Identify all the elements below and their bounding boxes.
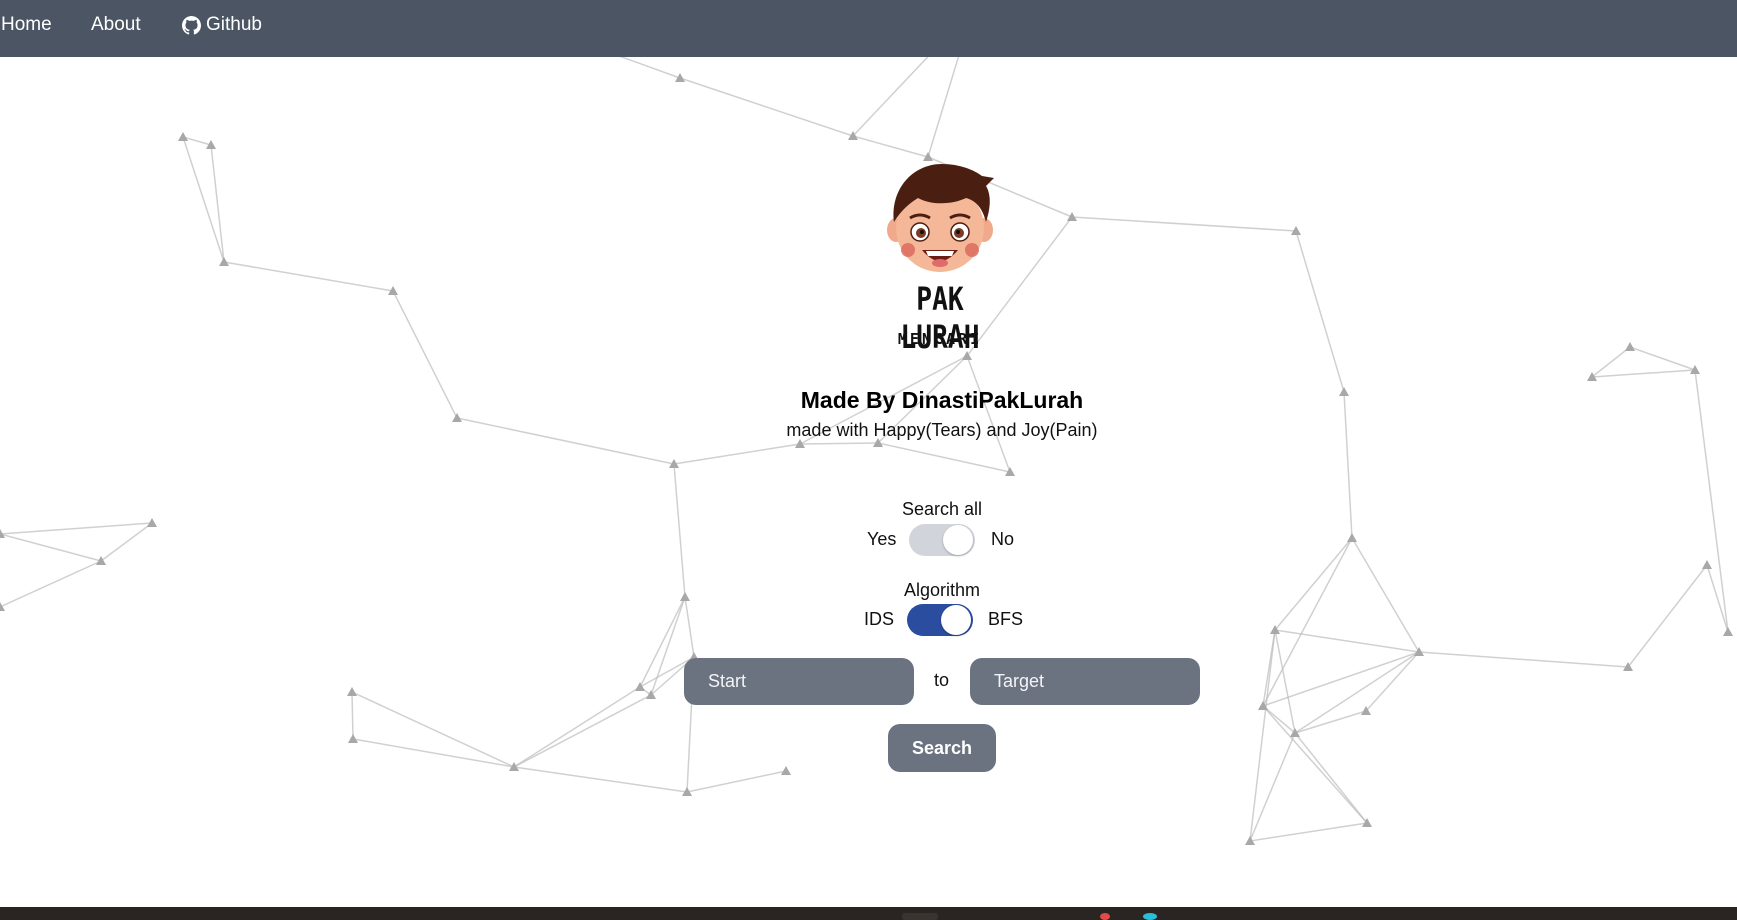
top-navbar: Home About Github <box>0 0 1737 57</box>
os-taskbar <box>0 907 1737 920</box>
search-all-yes-label: Yes <box>867 529 897 549</box>
github-icon <box>182 15 201 35</box>
boy-face-logo-icon <box>887 164 994 272</box>
credits-subtext: made with Happy(Tears) and Joy(Pain) <box>786 420 1098 440</box>
algorithm-bfs-label: BFS <box>988 609 1024 629</box>
logo-subtitle: MENCARI <box>897 330 983 348</box>
search-all-no-label: No <box>991 529 1015 549</box>
algorithm-ids-label: IDS <box>864 609 895 629</box>
nav-about-link[interactable]: About <box>91 14 141 36</box>
search-all-toggle[interactable] <box>909 524 975 556</box>
search-button[interactable]: Search <box>888 724 996 772</box>
taskbar-app-indicator[interactable] <box>902 913 938 920</box>
search-all-row: Yes No <box>0 523 1737 557</box>
search-all-toggle-knob <box>943 525 973 555</box>
taskbar-cyan-app-icon[interactable] <box>1143 913 1157 920</box>
logo: PAK LURAH MENCARI <box>860 160 1020 410</box>
target-input[interactable] <box>970 658 1200 705</box>
start-input[interactable] <box>684 658 914 705</box>
algorithm-row: IDS BFS <box>0 603 1737 637</box>
to-label: to <box>934 670 950 690</box>
credits-heading: Made By DinastiPakLurah <box>800 387 1084 413</box>
nav-github-link[interactable]: Github <box>182 14 262 36</box>
algorithm-toggle-knob <box>941 605 971 635</box>
algorithm-toggle[interactable] <box>907 604 973 636</box>
taskbar-red-app-icon[interactable] <box>1100 913 1110 920</box>
nav-home-link[interactable]: Home <box>1 14 52 36</box>
nav-github-label: Github <box>206 14 262 35</box>
algorithm-label: Algorithm <box>903 580 981 600</box>
search-all-label: Search all <box>901 499 983 519</box>
